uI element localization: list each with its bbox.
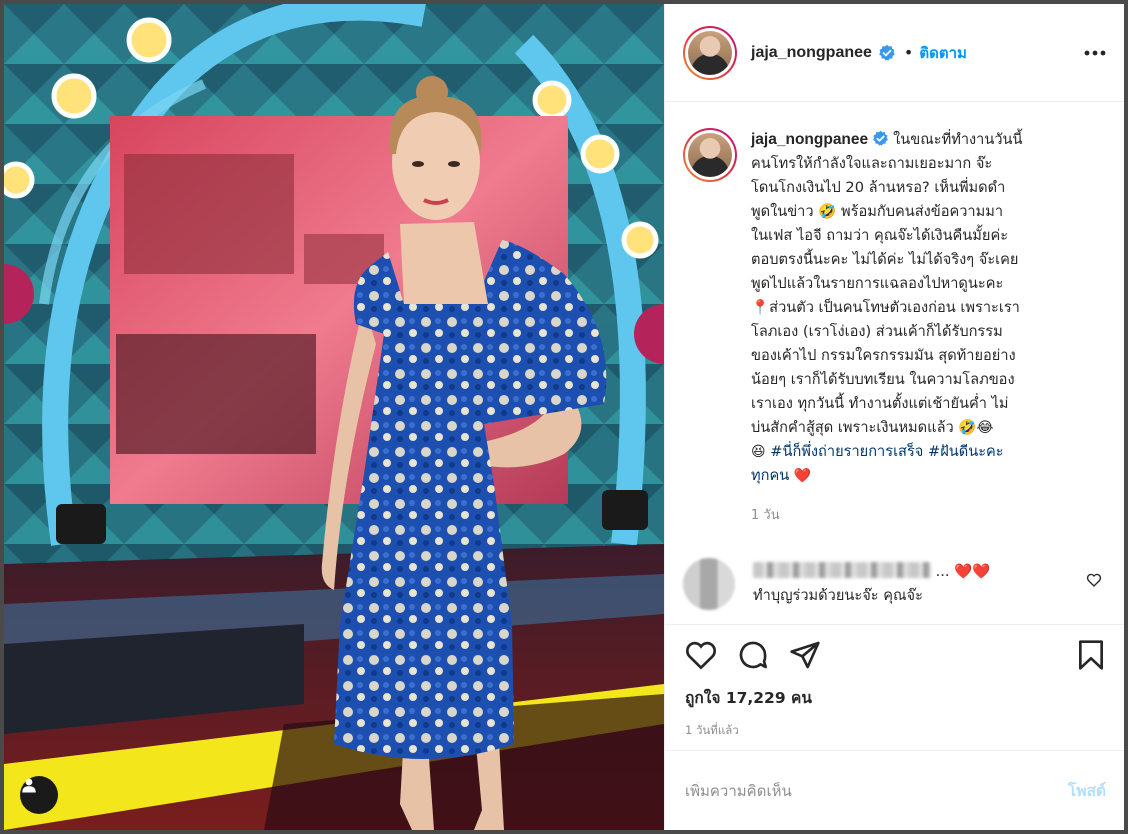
likes-count[interactable]: ถูกใจ 17,229 คน (685, 685, 1106, 710)
caption-line: ของเค้าไป กรรมใครกรรมมัน สุดท้ายอย่าง (751, 347, 1016, 364)
comment-item: ... ❤️❤️ ทำบุญร่วมด้วยนะจ๊ะ คุณจ๊ะ (683, 558, 1106, 610)
add-comment-bar: โพสต์ (665, 750, 1124, 830)
add-comment-input[interactable] (685, 781, 1068, 800)
bookmark-icon[interactable] (1076, 639, 1106, 671)
caption-line: โดนโกงเงินไป 20 ล้านหรอ? เห็นพี่มดดำ (751, 179, 1006, 196)
author-avatar[interactable] (683, 25, 737, 80)
comments-area[interactable]: jaja_nongpanee ในขณะที่ทำงานวันนี้ คนโทรใ… (665, 102, 1124, 624)
caption-line: ในเฟส ไอจี ถามว่า คุณจ๊ะได้เงินคืนมั้ยค่… (751, 227, 1009, 244)
heart-emoji: ❤️ (793, 468, 812, 484)
caption-line: ตอบตรงนี้นะคะ ไม่ได้ค่ะ ไม่ได้จริงๆ จ๊ะเ… (751, 251, 1019, 268)
heart-icon[interactable] (685, 640, 717, 670)
share-icon[interactable] (789, 640, 821, 670)
post-timestamp[interactable]: 1 วันที่แล้ว (685, 722, 1106, 740)
action-icons (685, 639, 1106, 671)
caption-line: ในขณะที่ทำงานวันนี้ (893, 131, 1023, 148)
blurred-username[interactable] (753, 562, 931, 578)
caption-line: โลภเอง (เราโง่เอง) ส่วนเค้าก็ได้รับกรรม (751, 323, 1003, 340)
comment-ellipsis: ... (935, 563, 950, 580)
post-side-panel: jaja_nongpanee • ติดตาม jaja_nongpanee ใ… (664, 4, 1124, 830)
hashtag-link-continued[interactable]: ทุกคน (751, 467, 789, 484)
comment-body: ... ❤️❤️ ทำบุญร่วมด้วยนะจ๊ะ คุณจ๊ะ (753, 560, 991, 608)
caption-username[interactable]: jaja_nongpanee (751, 131, 868, 148)
hashtag-link[interactable]: #นี่ก็พึ่งถ่ายรายการเสร็จ (770, 443, 923, 460)
comment-like-heart-icon[interactable] (1086, 572, 1102, 592)
comment-header: ... ❤️❤️ (753, 560, 991, 584)
follow-button[interactable]: ติดตาม (919, 41, 967, 65)
caption-text: jaja_nongpanee ในขณะที่ทำงานวันนี้ คนโทรใ… (751, 128, 1069, 528)
hashtag-link[interactable]: #ฝันดีนะคะ (928, 443, 1004, 460)
photo-illustration (4, 4, 664, 830)
verified-badge-icon (878, 44, 896, 62)
post-header: jaja_nongpanee • ติดตาม (665, 4, 1124, 102)
author-username[interactable]: jaja_nongpanee (751, 44, 872, 62)
caption-line: บ่นสักคำสู้สุด เพราะเงินหมดแล้ว 🤣😂 (751, 419, 994, 436)
caption-author-avatar[interactable] (683, 128, 737, 182)
post-comment-button[interactable]: โพสต์ (1068, 778, 1106, 803)
caption-line: น้อยๆ เราก็ได้รับบทเรียน ในความโลภของ (751, 371, 1015, 388)
more-options-icon[interactable] (1084, 50, 1106, 56)
verified-badge-icon (872, 130, 889, 147)
separator-dot: • (903, 43, 914, 62)
instagram-post-modal: jaja_nongpanee • ติดตาม jaja_nongpanee ใ… (4, 4, 1124, 830)
comment-hearts: ❤️❤️ (954, 563, 991, 580)
emoji: 😆 (751, 444, 766, 460)
commenter-avatar[interactable] (683, 558, 735, 610)
caption-line: คนโทรให้กำลังใจและถามเยอะมาก จ๊ะ (751, 155, 993, 172)
post-caption: jaja_nongpanee ในขณะที่ทำงานวันนี้ คนโทรใ… (683, 128, 1106, 528)
post-actions: ถูกใจ 17,229 คน 1 วันที่แล้ว (665, 624, 1124, 750)
comment-icon[interactable] (737, 639, 769, 671)
caption-line: เราเอง ทุกวันนี้ ทำงานตั้งแต่เช้ายันค่ำ … (751, 395, 1009, 412)
caption-line: 📍ส่วนตัว เป็นคนโทษตัวเองก่อน เพราะเรา (751, 299, 1020, 316)
user-tag-icon[interactable] (20, 776, 58, 814)
comment-text: ทำบุญร่วมด้วยนะจ๊ะ คุณจ๊ะ (753, 587, 923, 604)
caption-line: พูดไปแล้วในรายการแฉลองไปหาดูนะคะ (751, 275, 1004, 292)
caption-line: พูดในข่าว 🤣 พร้อมกับคนส่งข้อความมา (751, 203, 1004, 220)
post-photo[interactable] (4, 4, 664, 830)
caption-timestamp[interactable]: 1 วัน (751, 504, 1069, 528)
